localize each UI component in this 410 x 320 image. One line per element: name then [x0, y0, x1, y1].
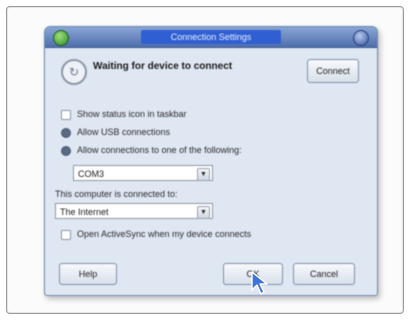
- connected-to-label: This computer is connected to:: [55, 189, 178, 199]
- network-select-value: The Internet: [60, 207, 109, 217]
- network-select[interactable]: The Internet ▼: [55, 203, 213, 219]
- mouse-pointer-icon: [251, 271, 268, 295]
- option-label: Allow connections to one of the followin…: [77, 145, 242, 155]
- status-row: ↻ Waiting for device to connect Connect: [55, 57, 367, 87]
- status-message: Waiting for device to connect: [93, 61, 233, 72]
- open-when-connects-option[interactable]: Open ActiveSync when my device connects: [61, 229, 251, 243]
- help-button[interactable]: Help: [59, 263, 117, 285]
- checkbox-checked[interactable]: [61, 145, 71, 156]
- checkbox-checked[interactable]: [61, 127, 71, 138]
- title-bar: Connection Settings: [45, 27, 377, 48]
- checkbox[interactable]: [61, 229, 71, 240]
- option-label: Show status icon in taskbar: [77, 109, 187, 119]
- port-select[interactable]: COM3 ▼: [73, 165, 213, 181]
- option-label: Allow USB connections: [77, 127, 171, 137]
- chevron-down-icon[interactable]: ▼: [197, 206, 210, 219]
- app-icon: [53, 30, 69, 46]
- cancel-button[interactable]: Cancel: [293, 263, 355, 285]
- sync-status-icon: ↻: [61, 59, 87, 85]
- connect-button[interactable]: Connect: [307, 59, 359, 83]
- window-title: Connection Settings: [141, 30, 281, 44]
- allow-one-of-option[interactable]: Allow connections to one of the followin…: [61, 145, 242, 159]
- checkbox[interactable]: [61, 109, 71, 120]
- connection-settings-dialog: Connection Settings ↻ Waiting for device…: [44, 26, 378, 296]
- chevron-down-icon[interactable]: ▼: [197, 168, 210, 181]
- port-select-value: COM3: [78, 169, 105, 179]
- option-label: Open ActiveSync when my device connects: [77, 229, 252, 239]
- show-status-icon-option[interactable]: Show status icon in taskbar: [61, 109, 187, 123]
- close-icon[interactable]: [353, 30, 369, 46]
- allow-usb-option[interactable]: Allow USB connections: [61, 127, 170, 141]
